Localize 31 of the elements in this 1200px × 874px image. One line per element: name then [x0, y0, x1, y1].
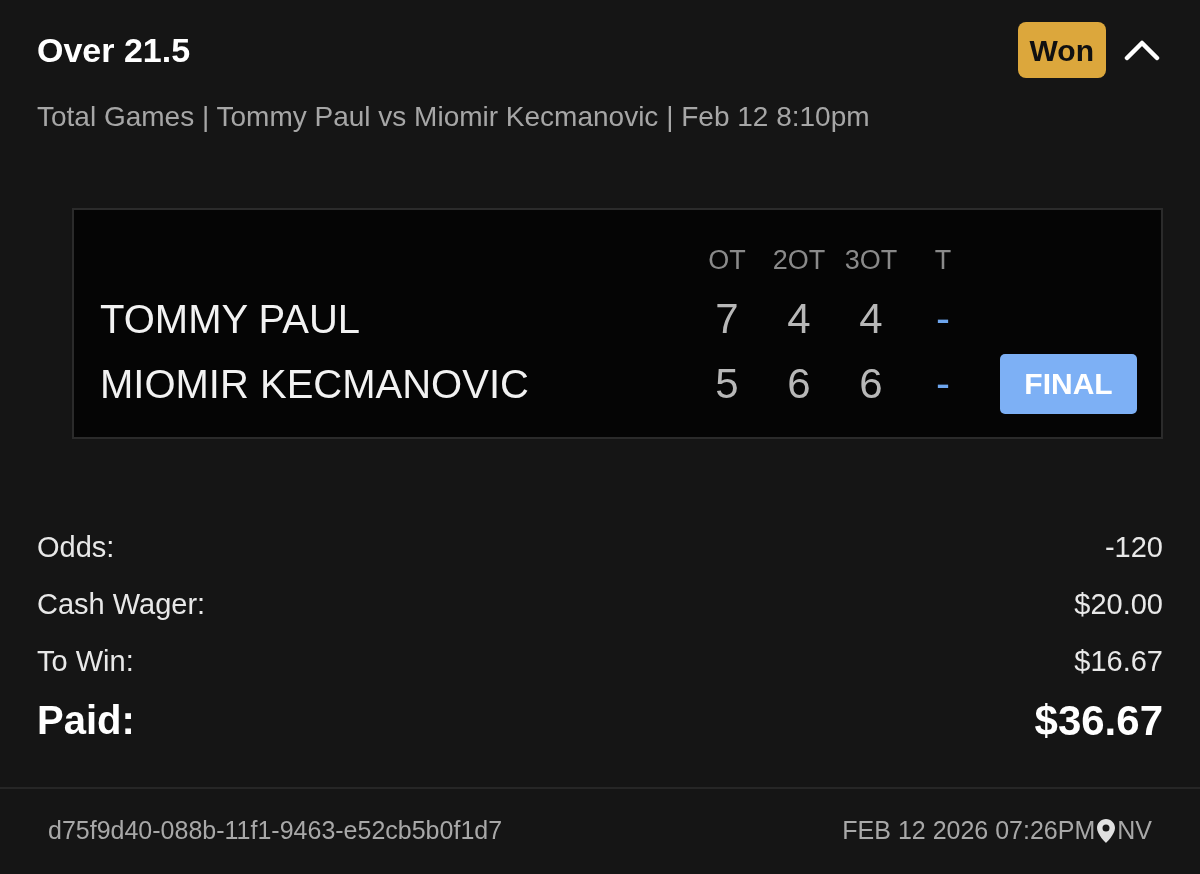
location-code: NV — [1117, 815, 1152, 847]
detail-value: -120 — [1104, 529, 1163, 565]
detail-label: Cash Wager: — [37, 586, 206, 622]
set-score: 5 — [715, 359, 739, 409]
player-name: TOMMY PAUL — [100, 296, 361, 341]
total-score: - — [936, 294, 950, 344]
set-score: 4 — [859, 294, 883, 344]
total-score: - — [936, 359, 950, 409]
timestamp: FEB 12 2026 07:26PM — [842, 815, 1096, 847]
paid-label: Paid: — [37, 697, 135, 744]
bet-title: Over 21.5 — [37, 29, 191, 71]
column-header: OT — [708, 243, 746, 277]
chevron-up-icon[interactable] — [1124, 39, 1160, 61]
detail-label: Odds: — [37, 529, 115, 565]
status-badge: Won — [1017, 22, 1106, 78]
bet-id: d75f9d40-088b-11f1-9463-e52cb5b0f1d7 — [48, 815, 503, 847]
event-subtitle: Total Games | Tommy Paul vs Miomir Kecmanovic | Feb 12 8:10pm — [37, 100, 870, 134]
set-score: 6 — [859, 359, 883, 409]
set-score: 6 — [787, 359, 811, 409]
detail-value: $16.67 — [1074, 643, 1163, 679]
player-name: MIOMIR KECMANOVIC — [100, 361, 529, 406]
detail-label: To Win: — [37, 643, 134, 679]
column-header: 2OT — [772, 243, 826, 277]
set-score: 4 — [787, 294, 811, 344]
paid-value: $36.67 — [1034, 695, 1163, 746]
final-badge: FINAL — [1000, 353, 1137, 414]
location-pin-icon — [1097, 819, 1116, 843]
set-score: 7 — [715, 294, 739, 344]
column-header: 3OT — [844, 243, 898, 277]
column-header: T — [934, 243, 952, 277]
detail-value: $20.00 — [1074, 586, 1163, 622]
